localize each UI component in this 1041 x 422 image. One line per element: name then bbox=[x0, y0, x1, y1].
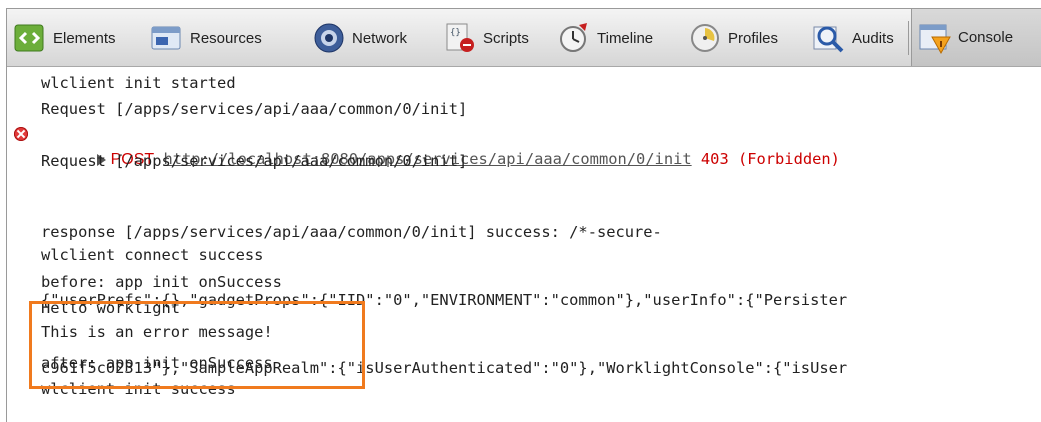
profiles-icon bbox=[688, 21, 722, 55]
log-line: after: app init onSuccess bbox=[41, 354, 273, 372]
tab-resources[interactable]: Resources bbox=[150, 15, 262, 61]
scripts-icon: {} bbox=[443, 21, 477, 55]
error-icon bbox=[14, 127, 28, 141]
tab-label: Audits bbox=[852, 29, 894, 47]
log-line: before: app init onSuccess bbox=[41, 273, 282, 291]
tab-network[interactable]: Network bbox=[312, 15, 407, 61]
resources-icon bbox=[150, 21, 184, 55]
timeline-icon bbox=[557, 21, 591, 55]
log-line: This is an error message! bbox=[41, 323, 273, 341]
svg-text:{}: {} bbox=[450, 28, 461, 38]
tab-label: Scripts bbox=[483, 29, 529, 47]
tab-timeline[interactable]: Timeline bbox=[557, 15, 653, 61]
tab-label: Profiles bbox=[728, 29, 779, 47]
audits-icon bbox=[812, 21, 846, 55]
console-output: wlclient init started Request [/apps/ser… bbox=[7, 67, 1041, 422]
tab-label: Console bbox=[958, 29, 1014, 46]
devtools-toolbar: Elements Resources Network {} Scripts Ti… bbox=[7, 9, 1041, 67]
log-line: Hello worklight bbox=[41, 299, 180, 317]
log-line: wlclient init success bbox=[41, 380, 236, 398]
tab-elements[interactable]: Elements bbox=[13, 15, 116, 61]
log-line: Request [/apps/services/api/aaa/common/0… bbox=[41, 100, 468, 118]
tab-label: Resources bbox=[190, 29, 262, 47]
tab-label: Timeline bbox=[597, 29, 654, 47]
tab-label: Elements bbox=[53, 29, 116, 47]
log-line: wlclient init started bbox=[41, 74, 236, 92]
log-line: wlclient connect success bbox=[41, 246, 264, 264]
log-line: Request [/apps/services/api/aaa/common/0… bbox=[41, 152, 468, 170]
elements-icon bbox=[13, 21, 47, 55]
tab-profiles[interactable]: Profiles bbox=[688, 15, 778, 61]
tab-audits[interactable]: Audits bbox=[812, 15, 894, 61]
response-text: response [/apps/services/api/aaa/common/… bbox=[41, 223, 662, 241]
tab-scripts[interactable]: {} Scripts bbox=[443, 15, 529, 61]
error-message: POST http://localhost:8080/apps/services… bbox=[14, 123, 1041, 168]
toolbar-divider bbox=[908, 21, 909, 55]
tab-label: Network bbox=[352, 29, 408, 47]
network-icon bbox=[312, 21, 346, 55]
devtools-window: Elements Resources Network {} Scripts Ti… bbox=[6, 8, 1041, 422]
tab-console[interactable]: Console bbox=[911, 9, 1041, 66]
console-icon bbox=[918, 21, 952, 55]
